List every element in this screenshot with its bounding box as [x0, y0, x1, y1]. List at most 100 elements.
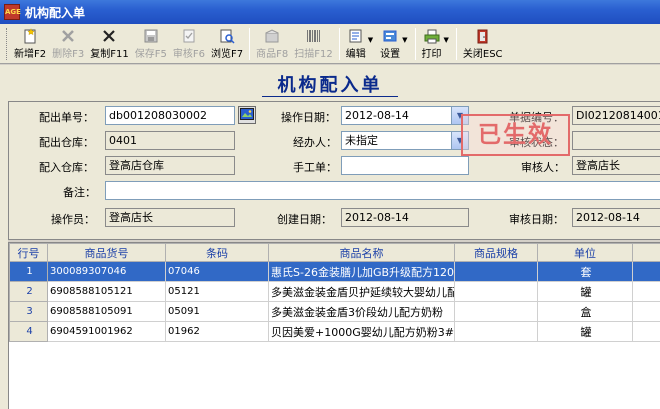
print-icon	[423, 27, 441, 44]
settings-icon	[381, 27, 399, 44]
approve-button-label: 审核F6	[172, 49, 205, 60]
spec-cell[interactable]	[454, 301, 538, 322]
name-cell[interactable]: 贝因美爱+1000G婴幼儿配方奶粉3#	[268, 321, 455, 342]
delete-x-icon	[59, 27, 77, 44]
add-button[interactable]: 新增F2	[11, 24, 49, 64]
print-dropdown-arrow[interactable]: ▼	[444, 36, 449, 44]
col-header-sku[interactable]: 商品货号	[47, 243, 166, 262]
table-row[interactable]: 1 300089307046 07046 惠氏S-26金装膳儿加GB升级配方12…	[9, 261, 660, 282]
handler-value: 未指定	[345, 134, 378, 147]
toolbar-separator	[414, 28, 416, 60]
close-button[interactable]: 关闭ESC	[460, 24, 506, 64]
barcode-cell[interactable]: 01962	[165, 321, 269, 342]
delete-button[interactable]: 删除F3	[49, 24, 87, 64]
print-button-label: 打印	[421, 49, 442, 60]
toolbar-separator	[455, 28, 457, 60]
window-titlebar: AGE 机构配入单	[0, 0, 660, 24]
copy-button-label: 复制F11	[90, 49, 129, 60]
col-header-rowno[interactable]: 行号	[9, 243, 48, 262]
table-row[interactable]: 4 6904591001962 01962 贝因美爱+1000G婴幼儿配方奶粉3…	[9, 321, 660, 342]
approve-button[interactable]: 审核F6	[170, 24, 208, 64]
delete-button-label: 删除F3	[52, 49, 85, 60]
toolbar-separator	[338, 28, 340, 60]
scan-button[interactable]: 扫描F12	[291, 24, 335, 64]
sku-cell[interactable]: 300089307046	[47, 261, 166, 282]
toolbar-grip[interactable]	[6, 28, 9, 60]
save-button[interactable]: 保存F5	[132, 24, 170, 64]
col-header-actual[interactable]: 实	[632, 243, 660, 262]
table-row[interactable]: 2 6908588105121 05121 多美滋金装金盾贝护延续较大婴幼儿配 …	[9, 281, 660, 302]
approver-label: 审核人：	[521, 161, 565, 174]
col-header-unit[interactable]: 单位	[537, 243, 633, 262]
actual-cell[interactable]	[632, 301, 660, 322]
approver-field: 登高店长	[572, 156, 660, 175]
actual-cell[interactable]	[632, 321, 660, 342]
in-wh-label: 配入仓库：	[39, 161, 94, 174]
actual-cell[interactable]	[632, 281, 660, 302]
app-icon: AGE	[4, 4, 21, 20]
effective-stamp: 已生效	[461, 114, 570, 156]
items-grid: 行号 商品货号 条码 商品名称 商品规格 单位 实 1 300089307046…	[8, 242, 660, 409]
form-title: 机构配入单	[277, 75, 383, 96]
out-no-label: 配出单号：	[39, 111, 94, 124]
row-number: 3	[9, 301, 48, 322]
handler-select[interactable]: 未指定 ▼	[341, 131, 469, 150]
spec-cell[interactable]	[454, 261, 538, 282]
barcode-cell[interactable]: 05091	[165, 301, 269, 322]
copy-icon	[100, 27, 118, 44]
name-cell[interactable]: 惠氏S-26金装膳儿加GB升级配方120g	[268, 261, 455, 282]
sku-cell[interactable]: 6908588105121	[47, 281, 166, 302]
approve-icon	[180, 27, 198, 44]
close-button-label: 关闭ESC	[462, 49, 503, 60]
window-title: 机构配入单	[25, 5, 86, 20]
op-date-label: 操作日期：	[281, 111, 336, 124]
unit-cell[interactable]: 罐	[537, 321, 633, 342]
actual-cell[interactable]	[632, 261, 660, 282]
edit-dropdown-arrow[interactable]: ▼	[368, 36, 373, 44]
grid-header-row: 行号 商品货号 条码 商品名称 商品规格 单位 实	[9, 243, 660, 262]
barcode-cell[interactable]: 05121	[165, 281, 269, 302]
out-no-field[interactable]: db001208030002	[105, 106, 235, 125]
unit-cell[interactable]: 盒	[537, 301, 633, 322]
close-door-icon	[474, 27, 492, 44]
spec-cell[interactable]	[454, 321, 538, 342]
col-header-barcode[interactable]: 条码	[165, 243, 269, 262]
settings-button-label: 设置	[380, 49, 401, 60]
op-date-picker[interactable]: 2012-08-14 ▼	[341, 106, 469, 125]
browse-button[interactable]: 浏览F7	[208, 24, 246, 64]
col-header-name[interactable]: 商品名称	[268, 243, 455, 262]
copy-button[interactable]: 复制F11	[87, 24, 131, 64]
row-number: 1	[9, 261, 48, 282]
name-cell[interactable]: 多美滋金装金盾贝护延续较大婴幼儿配	[268, 281, 455, 302]
toolbar-separator	[249, 28, 251, 60]
unit-cell[interactable]: 套	[537, 261, 633, 282]
sku-cell[interactable]: 6904591001962	[47, 321, 166, 342]
browse-image-icon	[240, 107, 254, 123]
barcode-cell[interactable]: 07046	[165, 261, 269, 282]
out-wh-field: 0401	[105, 131, 235, 150]
manual-no-input[interactable]	[341, 156, 469, 175]
goods-button-label: 商品F8	[256, 49, 289, 60]
edit-button[interactable]: 编辑	[343, 24, 369, 64]
col-header-spec[interactable]: 商品规格	[454, 243, 538, 262]
goods-button[interactable]: 商品F8	[253, 24, 291, 64]
settings-button[interactable]: 设置	[377, 24, 403, 64]
browse-icon	[218, 27, 236, 44]
unit-cell[interactable]: 罐	[537, 281, 633, 302]
out-no-browse-button[interactable]	[238, 106, 256, 124]
print-button[interactable]: 打印	[419, 24, 445, 64]
sku-cell[interactable]: 6908588105091	[47, 301, 166, 322]
browse-button-label: 浏览F7	[210, 49, 244, 60]
doc-no-field: DI021208140013	[572, 106, 660, 125]
remark-label: 备注：	[63, 186, 96, 199]
settings-dropdown-arrow[interactable]: ▼	[402, 36, 407, 44]
form-title-underline	[262, 96, 398, 97]
save-button-label: 保存F5	[134, 49, 167, 60]
remark-input[interactable]	[105, 181, 660, 200]
table-row[interactable]: 3 6908588105091 05091 多美滋金装金盾3价段幼儿配方奶粉 盒	[9, 301, 660, 322]
edit-button-label: 编辑	[345, 49, 366, 60]
name-cell[interactable]: 多美滋金装金盾3价段幼儿配方奶粉	[268, 301, 455, 322]
spec-cell[interactable]	[454, 281, 538, 302]
goods-icon	[263, 27, 281, 44]
created-date-field: 2012-08-14	[341, 208, 469, 227]
